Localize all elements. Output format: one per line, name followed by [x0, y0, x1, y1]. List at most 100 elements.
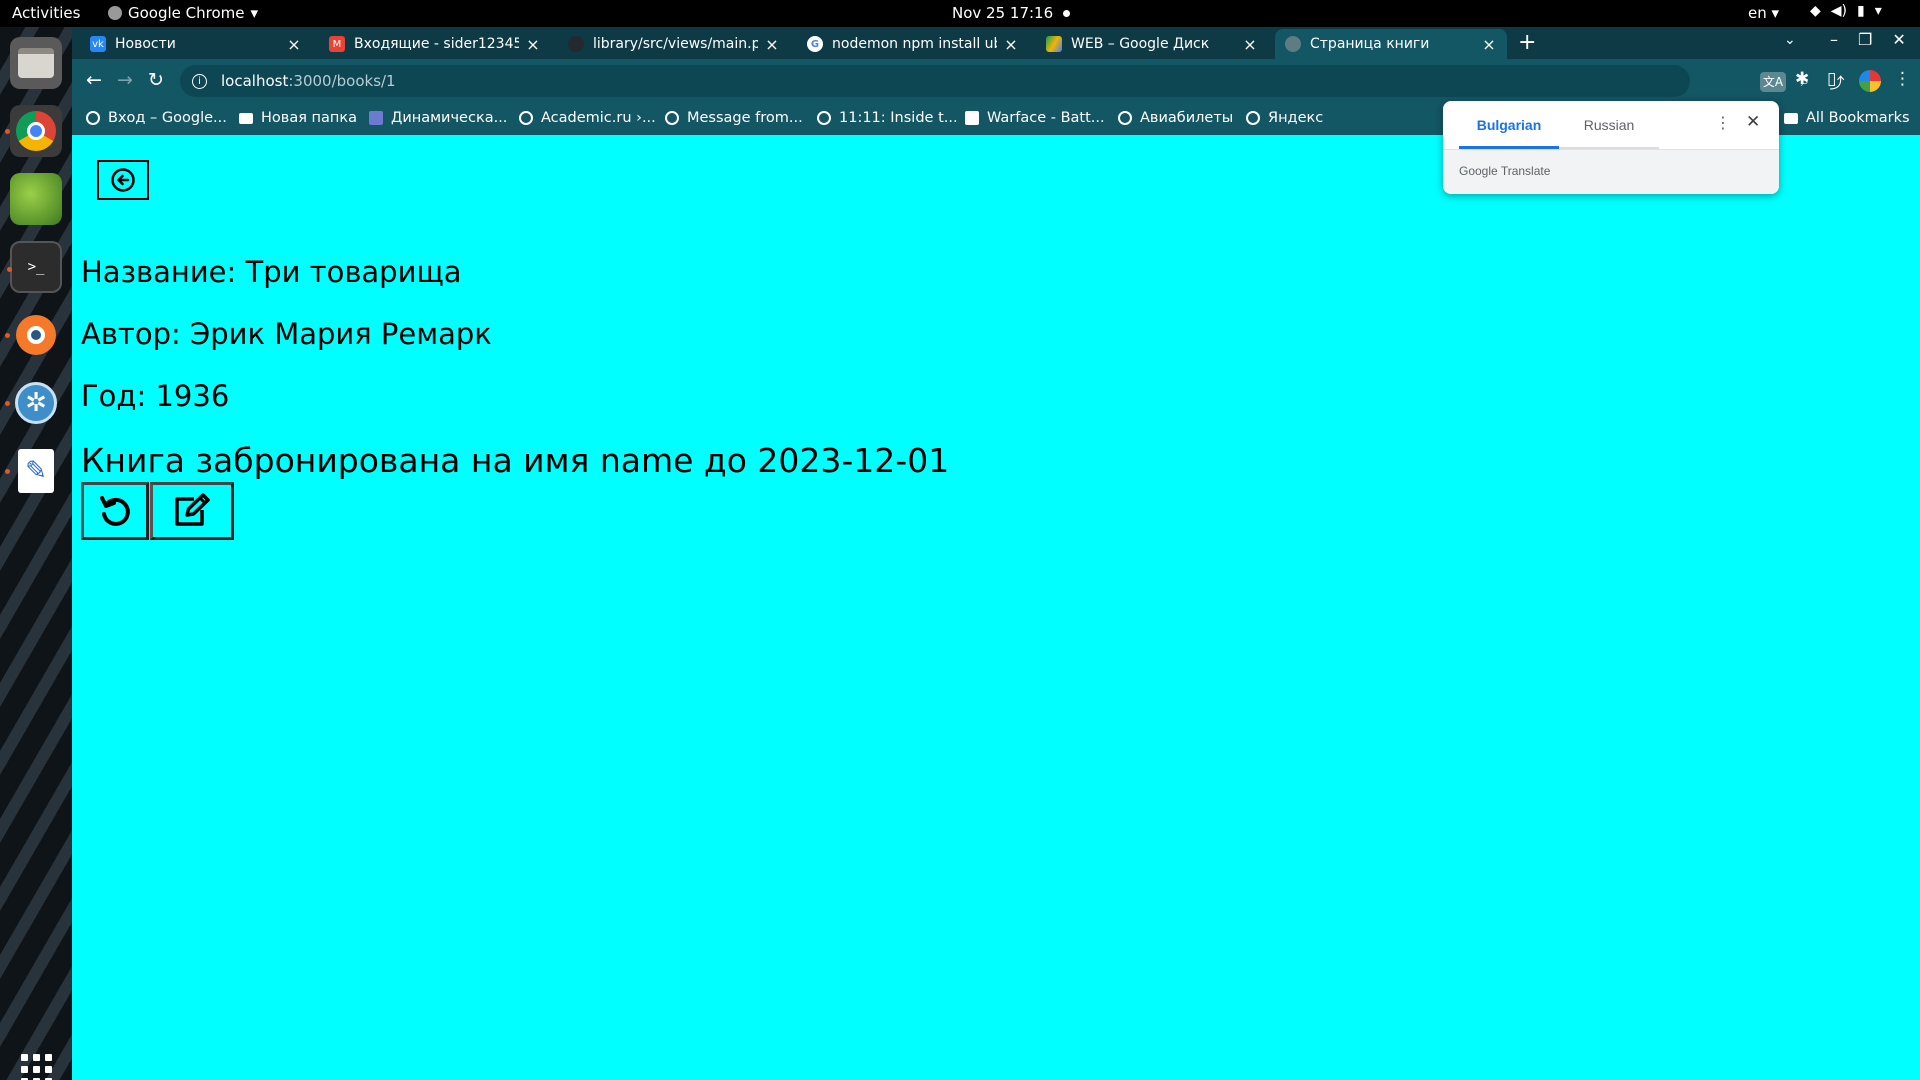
minimize-icon[interactable]: –	[1830, 30, 1838, 49]
close-icon[interactable]: ✕	[1746, 112, 1760, 132]
volume-icon: ◀)	[1830, 3, 1848, 19]
window-controls: – ❐ ✕	[1830, 30, 1906, 49]
address-bar[interactable]: i localhost:3000/books/1 文A ⌕ ⤴ ☆	[180, 65, 1876, 97]
running-indicator	[7, 267, 12, 272]
url-host: localhost	[221, 72, 289, 90]
globe-icon	[1246, 111, 1260, 125]
page-content: Название: Три товарища Автор: Эрик Мария…	[72, 135, 1920, 1080]
url-path: :3000/books/1	[288, 72, 396, 90]
tab-search-button[interactable]: ⌄	[1784, 32, 1796, 48]
wifi-icon: ◆	[1810, 3, 1821, 19]
close-window-icon[interactable]: ✕	[1892, 30, 1905, 49]
clock-datetime: Nov 25 17:16	[952, 4, 1054, 22]
bookmark-item[interactable]: Яндекс	[1246, 110, 1323, 126]
dock-chrome[interactable]	[5, 105, 62, 157]
globe-icon	[665, 111, 679, 125]
show-applications-button[interactable]	[10, 1043, 62, 1080]
system-menu[interactable]: ◆ ◀) ▮ ▾	[1810, 3, 1882, 19]
dock-kde-connect[interactable]: ✲	[5, 377, 62, 429]
system-top-bar: Activities Google Chrome ▾ Nov 25 17:16 …	[0, 0, 1920, 27]
tab-github[interactable]: library/src/views/main.p ×	[558, 29, 790, 59]
app-grid-icon	[20, 1053, 52, 1080]
bookmark-item[interactable]: Academic.ru ›...	[519, 110, 656, 126]
chrome-small-icon	[108, 6, 122, 20]
activities-button[interactable]: Activities	[12, 4, 80, 22]
bookmark-item[interactable]: Динамическа...	[369, 110, 507, 126]
bookmark-item[interactable]: Warface - Batt...	[965, 110, 1105, 126]
google-icon: G	[807, 36, 823, 52]
profile-avatar[interactable]	[1859, 70, 1881, 92]
running-indicator	[5, 401, 10, 406]
kebab-menu-icon[interactable]: ⋮	[1894, 69, 1911, 89]
back-nav-icon[interactable]: ←	[86, 69, 102, 91]
site-info-icon[interactable]: i	[192, 73, 207, 89]
return-book-button[interactable]	[81, 482, 149, 540]
warface-icon	[965, 111, 979, 125]
input-language-menu[interactable]: en ▾	[1748, 4, 1779, 22]
restore-icon[interactable]: ❐	[1858, 30, 1872, 49]
dock-terminal[interactable]: >_	[7, 241, 62, 293]
close-tab-icon[interactable]: ×	[1481, 35, 1497, 54]
book-author: Автор: Эрик Мария Ремарк	[81, 317, 492, 351]
book-title: Название: Три товарища	[81, 255, 462, 289]
bookmark-label: Яндекс	[1268, 110, 1324, 126]
translate-popup: Bulgarian Russian ⋮ ✕ Google Translate	[1443, 101, 1779, 194]
terminal-icon: >_	[27, 259, 45, 275]
chevron-down-icon: ▾	[250, 4, 259, 22]
github-icon	[568, 36, 584, 52]
tab-title: Страница книги	[1310, 36, 1430, 52]
bookmark-item[interactable]: Message from...	[665, 110, 803, 126]
chevron-down-icon: ▾	[1874, 3, 1882, 19]
edit-book-button[interactable]	[150, 482, 234, 540]
translate-language-tabs: Bulgarian Russian	[1459, 101, 1659, 149]
google-icon	[817, 111, 831, 125]
forward-nav-icon[interactable]: →	[117, 69, 133, 91]
bookmark-page-icon	[369, 111, 383, 125]
return-icon	[100, 496, 130, 526]
bookmark-item[interactable]: 11:11: Inside t...	[817, 110, 958, 126]
dock-text-editor[interactable]: ✎	[5, 445, 62, 497]
close-tab-icon[interactable]: ×	[1003, 35, 1019, 54]
tab-target-language[interactable]: Russian	[1559, 101, 1659, 149]
tab-google-drive[interactable]: WEB – Google Диск ×	[1036, 29, 1268, 59]
bookmark-item[interactable]: Авиабилеты	[1118, 110, 1233, 126]
tab-title: library/src/views/main.p	[593, 36, 758, 52]
running-indicator	[5, 333, 10, 338]
bookmark-label: Новая папка	[261, 110, 358, 126]
google-translate-brand: Google Translate	[1459, 164, 1551, 178]
new-tab-button[interactable]: +	[1518, 30, 1536, 55]
google-icon	[86, 111, 100, 125]
tab-vk[interactable]: vk Новости ×	[80, 29, 312, 59]
clock[interactable]: Nov 25 17:16	[952, 4, 1071, 22]
running-indicator	[5, 129, 10, 134]
side-panel-icon[interactable]: ▯	[1827, 69, 1836, 89]
dock-image-viewer[interactable]	[10, 173, 62, 225]
translate-options-icon[interactable]: ⋮	[1715, 113, 1731, 132]
blender-icon	[16, 315, 56, 355]
bookmark-item[interactable]: Вход – Google...	[86, 110, 227, 126]
app-menu[interactable]: Google Chrome ▾	[108, 4, 258, 22]
app-menu-label: Google Chrome	[128, 4, 245, 22]
reload-icon[interactable]: ↻	[148, 69, 164, 91]
tab-source-language[interactable]: Bulgarian	[1459, 101, 1559, 149]
chrome-icon	[16, 111, 56, 151]
dock-files[interactable]	[10, 37, 62, 89]
tab-google-search[interactable]: G nodemon npm install ub ×	[797, 29, 1029, 59]
vk-icon: vk	[90, 36, 106, 52]
back-button[interactable]	[97, 160, 149, 200]
close-tab-icon[interactable]: ×	[764, 35, 780, 54]
close-tab-icon[interactable]: ×	[1242, 35, 1258, 54]
bookmark-label: 11:11: Inside t...	[839, 110, 958, 126]
reservation-status: Книга забронирована на имя name до 2023-…	[81, 441, 950, 480]
tab-book-page[interactable]: Страница книги ×	[1275, 29, 1507, 59]
tab-gmail[interactable]: M Входящие - sider123456 ×	[319, 29, 551, 59]
close-tab-icon[interactable]: ×	[286, 35, 302, 54]
translate-icon[interactable]: 文A	[1760, 72, 1786, 92]
extensions-icon[interactable]: ✱	[1795, 69, 1809, 89]
bookmark-folder[interactable]: Новая папка	[239, 110, 357, 126]
text-editor-icon: ✎	[18, 449, 54, 493]
all-bookmarks-button[interactable]: All Bookmarks	[1784, 110, 1910, 126]
close-tab-icon[interactable]: ×	[525, 35, 541, 54]
folder-icon	[239, 112, 253, 124]
dock-blender[interactable]	[5, 309, 62, 361]
